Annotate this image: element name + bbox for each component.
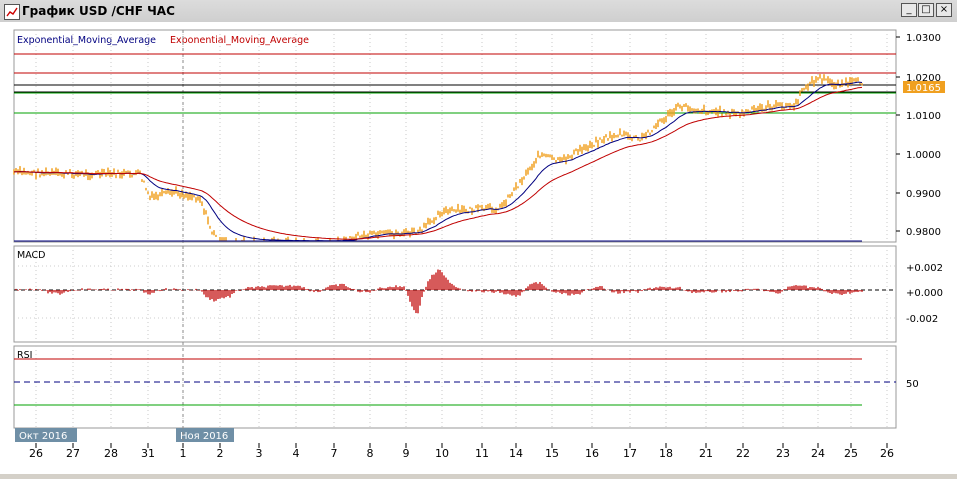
macd-level-label: +0.002 bbox=[906, 263, 943, 274]
rsi-panel[interactable] bbox=[13, 345, 897, 429]
time-label: 27 bbox=[66, 447, 80, 460]
time-label: 26 bbox=[880, 447, 894, 460]
month-label: Ноя 2016 bbox=[180, 431, 228, 442]
time-label: 14 bbox=[509, 447, 523, 460]
time-label: 25 bbox=[844, 447, 858, 460]
legend-ema-fast: Exponential_Moving_Average bbox=[17, 35, 156, 46]
macd-label: MACD bbox=[17, 250, 45, 261]
price-label: 1.0100 bbox=[906, 111, 941, 122]
window-title: График USD /CHF ЧАС bbox=[22, 4, 175, 18]
time-label: 2 bbox=[217, 447, 224, 460]
time-label: 8 bbox=[367, 447, 374, 460]
time-label: 15 bbox=[545, 447, 559, 460]
time-label: 17 bbox=[623, 447, 637, 460]
time-label: 21 bbox=[699, 447, 713, 460]
minimize-button[interactable]: _ bbox=[901, 3, 917, 17]
time-label: 16 bbox=[585, 447, 599, 460]
time-label: 9 bbox=[403, 447, 410, 460]
chart-canvas[interactable]: 1.0300 1.0200 1.0100 1.0000 0.9900 0.980… bbox=[0, 22, 957, 474]
main-price-panel[interactable] bbox=[13, 29, 897, 243]
price-label: 1.0000 bbox=[906, 150, 941, 161]
time-label: 11 bbox=[475, 447, 489, 460]
time-label: 3 bbox=[256, 447, 263, 460]
time-label: 7 bbox=[331, 447, 338, 460]
time-label: 24 bbox=[811, 447, 825, 460]
rsi-level-label: 50 bbox=[906, 379, 919, 390]
maximize-button[interactable]: □ bbox=[918, 3, 934, 17]
time-label: 18 bbox=[659, 447, 673, 460]
macd-level-label: -0.002 bbox=[906, 314, 938, 325]
macd-level-label: +0.000 bbox=[906, 288, 943, 299]
time-label: 26 bbox=[29, 447, 43, 460]
time-label: 4 bbox=[293, 447, 300, 460]
macd-panel[interactable] bbox=[13, 245, 897, 343]
window-title-bar: График USD /CHF ЧАС _ □ × bbox=[0, 0, 957, 23]
price-label: 0.9800 bbox=[906, 227, 941, 238]
time-label: 10 bbox=[435, 447, 449, 460]
price-label: 1.0300 bbox=[906, 33, 941, 44]
month-label: Окт 2016 bbox=[19, 431, 67, 442]
legend-ema-slow: Exponential_Moving_Average bbox=[170, 35, 309, 46]
time-label: 1 bbox=[180, 447, 187, 460]
close-button[interactable]: × bbox=[936, 3, 952, 17]
price-label: 0.9900 bbox=[906, 189, 941, 200]
time-label: 31 bbox=[141, 447, 155, 460]
time-label: 22 bbox=[736, 447, 750, 460]
time-label: 23 bbox=[776, 447, 790, 460]
current-price-label: 1.0165 bbox=[906, 83, 941, 94]
chart-window-icon bbox=[4, 4, 20, 20]
chart-area[interactable]: 1.0300 1.0200 1.0100 1.0000 0.9900 0.980… bbox=[0, 22, 957, 474]
time-label: 28 bbox=[104, 447, 118, 460]
